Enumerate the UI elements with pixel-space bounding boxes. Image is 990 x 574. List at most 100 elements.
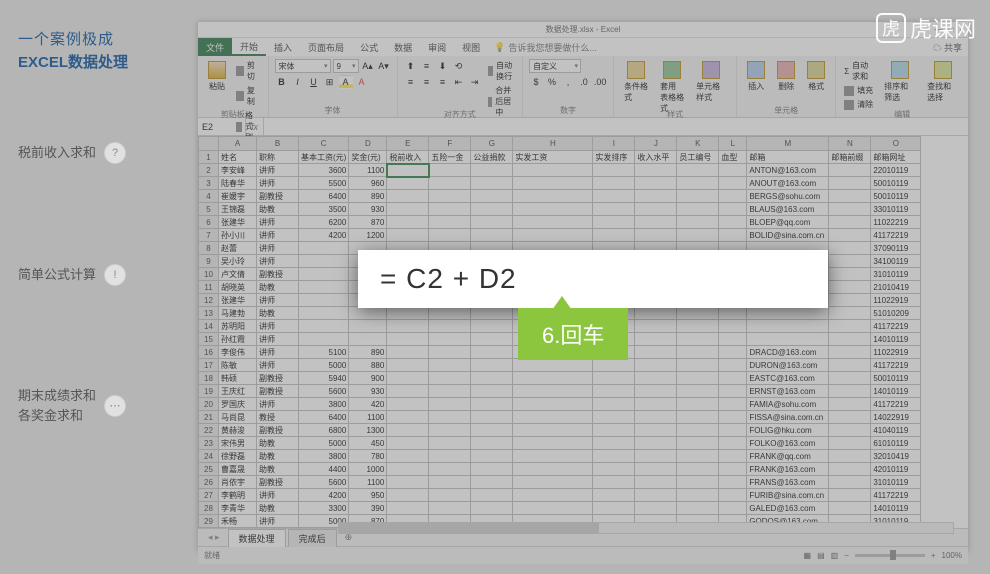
cell[interactable] bbox=[677, 216, 719, 229]
cell[interactable] bbox=[471, 307, 513, 320]
cell[interactable] bbox=[593, 164, 635, 177]
cell[interactable]: 890 bbox=[349, 346, 387, 359]
cell[interactable] bbox=[429, 333, 471, 346]
cell[interactable]: 4200 bbox=[299, 229, 349, 242]
number-format-select[interactable]: 自定义 bbox=[529, 59, 581, 73]
cell[interactable] bbox=[471, 216, 513, 229]
cell[interactable]: 罗国庆 bbox=[219, 398, 257, 411]
cell[interactable]: GALED@163.com bbox=[747, 502, 829, 515]
cell[interactable]: 苏明阳 bbox=[219, 320, 257, 333]
header-cell[interactable]: 邮箱 bbox=[747, 151, 829, 164]
cell[interactable]: 41172219 bbox=[871, 489, 921, 502]
col-header[interactable]: C bbox=[299, 137, 349, 151]
cell[interactable] bbox=[387, 359, 429, 372]
cell[interactable] bbox=[429, 320, 471, 333]
col-header[interactable]: J bbox=[635, 137, 677, 151]
toc-item-2[interactable]: 简单公式计算 ! bbox=[18, 264, 172, 286]
cell[interactable]: ERNST@163.com bbox=[747, 385, 829, 398]
row-header[interactable]: 12 bbox=[199, 294, 219, 307]
cell[interactable]: FURIB@sina.com.cn bbox=[747, 489, 829, 502]
cell[interactable] bbox=[387, 489, 429, 502]
cell[interactable] bbox=[387, 502, 429, 515]
cell[interactable] bbox=[471, 385, 513, 398]
cell[interactable] bbox=[829, 502, 871, 515]
row-header[interactable]: 11 bbox=[199, 281, 219, 294]
indent-inc-button[interactable]: ⇥ bbox=[468, 75, 482, 89]
cell[interactable] bbox=[635, 320, 677, 333]
cell[interactable]: 50010119 bbox=[871, 177, 921, 190]
cell[interactable]: 1100 bbox=[349, 476, 387, 489]
cell[interactable] bbox=[593, 229, 635, 242]
cell[interactable]: 960 bbox=[349, 177, 387, 190]
cell[interactable] bbox=[635, 372, 677, 385]
header-cell[interactable]: 邮箱网址 bbox=[871, 151, 921, 164]
cell[interactable] bbox=[635, 307, 677, 320]
cell[interactable]: 930 bbox=[349, 385, 387, 398]
table-format-button[interactable]: 套用 表格格式 bbox=[656, 59, 688, 116]
cell[interactable] bbox=[829, 411, 871, 424]
cell[interactable]: 助教 bbox=[257, 502, 299, 515]
row-header[interactable]: 10 bbox=[199, 268, 219, 281]
row-header[interactable]: 7 bbox=[199, 229, 219, 242]
row-header[interactable]: 26 bbox=[199, 476, 219, 489]
cell[interactable]: 助教 bbox=[257, 450, 299, 463]
header-cell[interactable]: 邮箱前缀 bbox=[829, 151, 871, 164]
cell[interactable] bbox=[593, 398, 635, 411]
align-middle-button[interactable]: ≡ bbox=[420, 59, 434, 73]
cell[interactable] bbox=[635, 359, 677, 372]
cell[interactable]: 11022919 bbox=[871, 346, 921, 359]
cell[interactable] bbox=[635, 411, 677, 424]
cell[interactable] bbox=[719, 463, 747, 476]
cell[interactable]: FOLIG@hku.com bbox=[747, 424, 829, 437]
cell[interactable] bbox=[677, 190, 719, 203]
row-header[interactable]: 3 bbox=[199, 177, 219, 190]
cell[interactable]: 李安峰 bbox=[219, 164, 257, 177]
cell[interactable]: 5000 bbox=[299, 437, 349, 450]
cell[interactable]: 副教授 bbox=[257, 268, 299, 281]
fill-button[interactable]: 填充 bbox=[842, 84, 876, 97]
cell[interactable] bbox=[387, 203, 429, 216]
menu-view[interactable]: 视图 bbox=[454, 38, 488, 56]
sheet-tab-active[interactable]: 数据处理 bbox=[228, 529, 286, 547]
cell[interactable]: 崔媛宇 bbox=[219, 190, 257, 203]
cell[interactable] bbox=[719, 385, 747, 398]
cell[interactable] bbox=[429, 372, 471, 385]
cell[interactable]: 李鹤明 bbox=[219, 489, 257, 502]
cell[interactable] bbox=[829, 307, 871, 320]
cell[interactable]: 14010119 bbox=[871, 502, 921, 515]
wrap-button[interactable]: 自动换行 bbox=[486, 59, 517, 83]
view-normal-icon[interactable]: ▦ bbox=[804, 551, 812, 560]
cell[interactable]: 3500 bbox=[299, 203, 349, 216]
cell[interactable]: BERGS@sohu.com bbox=[747, 190, 829, 203]
cell[interactable] bbox=[387, 320, 429, 333]
cell[interactable] bbox=[471, 476, 513, 489]
cell[interactable]: 王锦磊 bbox=[219, 203, 257, 216]
cell[interactable] bbox=[719, 411, 747, 424]
cell[interactable]: 助教 bbox=[257, 203, 299, 216]
cell[interactable]: BOLID@sina.com.cn bbox=[747, 229, 829, 242]
cell[interactable] bbox=[471, 346, 513, 359]
cell[interactable]: 42010119 bbox=[871, 463, 921, 476]
cell[interactable] bbox=[829, 385, 871, 398]
cell[interactable] bbox=[387, 411, 429, 424]
cell[interactable] bbox=[829, 203, 871, 216]
cell[interactable]: 450 bbox=[349, 437, 387, 450]
row-header[interactable]: 2 bbox=[199, 164, 219, 177]
cell[interactable] bbox=[513, 450, 593, 463]
cell[interactable] bbox=[829, 320, 871, 333]
cell[interactable] bbox=[513, 502, 593, 515]
cell[interactable] bbox=[429, 229, 471, 242]
cond-format-button[interactable]: 条件格式 bbox=[620, 59, 652, 105]
cell[interactable]: 5600 bbox=[299, 385, 349, 398]
cell[interactable]: 14010119 bbox=[871, 333, 921, 346]
cell[interactable]: 马建勃 bbox=[219, 307, 257, 320]
cell[interactable]: 副教授 bbox=[257, 190, 299, 203]
cell[interactable] bbox=[429, 437, 471, 450]
cell[interactable] bbox=[513, 398, 593, 411]
cell[interactable] bbox=[471, 229, 513, 242]
cell[interactable] bbox=[677, 398, 719, 411]
row-header[interactable]: 6 bbox=[199, 216, 219, 229]
cell[interactable]: 41172219 bbox=[871, 320, 921, 333]
cell[interactable] bbox=[593, 424, 635, 437]
cell[interactable] bbox=[471, 411, 513, 424]
